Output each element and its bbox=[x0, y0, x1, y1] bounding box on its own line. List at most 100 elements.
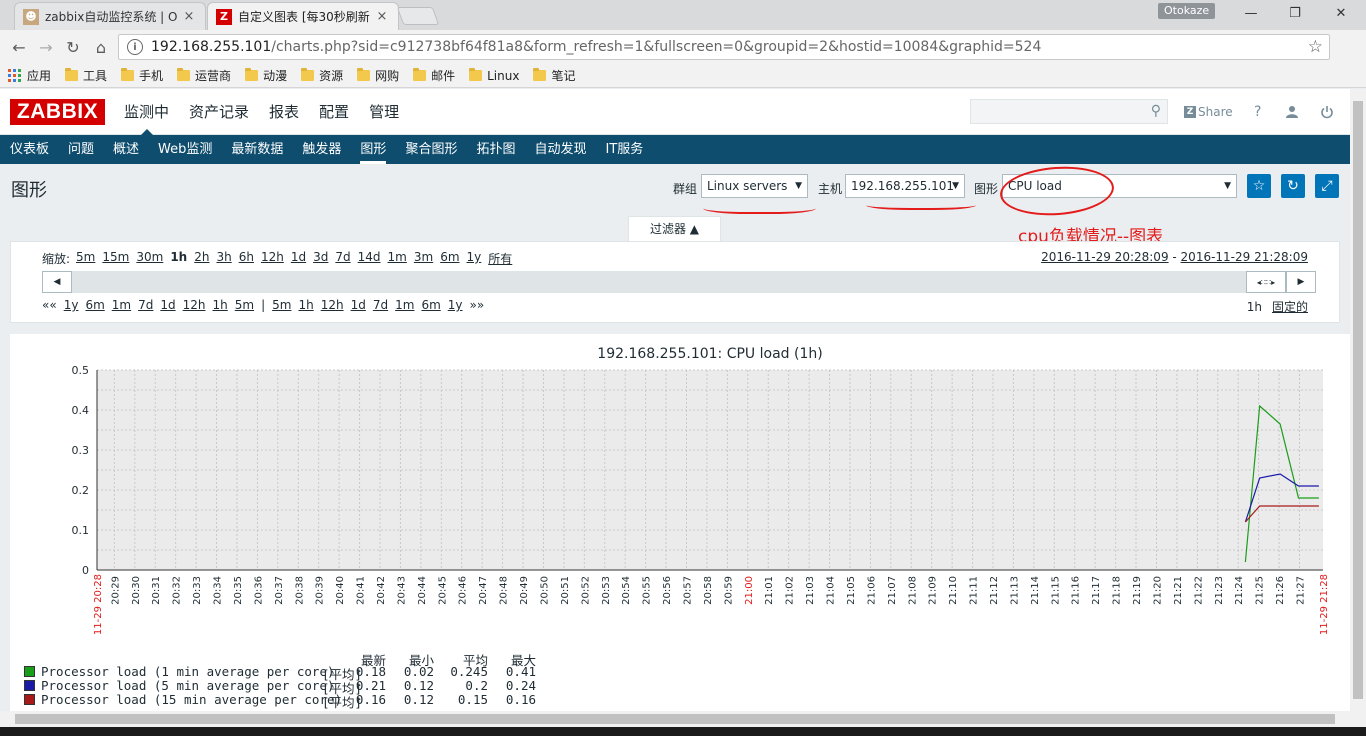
period-nav-4[interactable]: 7d bbox=[138, 298, 153, 312]
zoom-option-0[interactable]: 5m bbox=[76, 250, 95, 267]
period-nav-14[interactable]: 7d bbox=[373, 298, 388, 312]
zoom-option-3[interactable]: 1h bbox=[170, 250, 187, 267]
fullscreen-button[interactable]: ⤢ bbox=[1315, 174, 1339, 198]
nav-configuration[interactable]: 配置 bbox=[319, 89, 349, 135]
period-nav-15[interactable]: 1m bbox=[395, 298, 414, 312]
bookmark-folder[interactable]: 工具 bbox=[65, 67, 107, 84]
zoom-option-7[interactable]: 12h bbox=[261, 250, 284, 267]
zoom-option-8[interactable]: 1d bbox=[291, 250, 306, 267]
forward-arrow-icon[interactable]: → bbox=[35, 36, 57, 58]
subnav-triggers[interactable]: 触发器 bbox=[302, 135, 341, 164]
zoom-option-10[interactable]: 7d bbox=[335, 250, 350, 267]
restore-icon[interactable]: ❐ bbox=[1272, 0, 1318, 26]
bookmark-apps[interactable]: 应用 bbox=[8, 67, 51, 84]
period-nav-1[interactable]: 1y bbox=[64, 298, 79, 312]
zoom-option-11[interactable]: 14d bbox=[358, 250, 381, 267]
bookmark-folder[interactable]: 资源 bbox=[301, 67, 343, 84]
zoom-option-16[interactable]: 所有 bbox=[488, 250, 512, 267]
bookmark-folder[interactable]: 运营商 bbox=[177, 67, 231, 84]
nav-administration[interactable]: 管理 bbox=[369, 89, 399, 135]
subnav-it-services[interactable]: IT服务 bbox=[605, 135, 643, 164]
period-nav-3[interactable]: 1m bbox=[112, 298, 131, 312]
bookmark-star-icon[interactable]: ☆ bbox=[1308, 37, 1323, 57]
nav-inventory[interactable]: 资产记录 bbox=[189, 89, 249, 135]
host-select[interactable]: 192.168.255.101 ▼ bbox=[845, 174, 965, 198]
refresh-button[interactable]: ↻ bbox=[1281, 174, 1305, 198]
back-arrow-icon[interactable]: ← bbox=[8, 36, 30, 58]
share-link[interactable]: Z Share bbox=[1184, 101, 1233, 123]
bookmark-folder[interactable]: 笔记 bbox=[533, 67, 575, 84]
zoom-option-4[interactable]: 2h bbox=[194, 250, 209, 267]
period-nav-10[interactable]: 5m bbox=[272, 298, 291, 312]
fixed-toggle-link[interactable]: 固定的 bbox=[1272, 300, 1308, 314]
nav-monitoring[interactable]: 监测中 bbox=[124, 89, 169, 136]
zoom-option-1[interactable]: 15m bbox=[102, 250, 129, 267]
subnav-overview[interactable]: 概述 bbox=[113, 135, 139, 164]
period-nav-8[interactable]: 5m bbox=[235, 298, 254, 312]
scrollbar-thumb[interactable] bbox=[15, 714, 1335, 724]
search-icon[interactable]: ⚲ bbox=[1151, 103, 1161, 119]
subnav-graphs[interactable]: 图形 bbox=[360, 135, 387, 164]
period-to-link[interactable]: 2016-11-29 21:28:09 bbox=[1181, 250, 1308, 264]
global-search-input[interactable]: ⚲ bbox=[970, 99, 1168, 124]
subnav-dashboard[interactable]: 仪表板 bbox=[10, 135, 49, 164]
period-nav-16[interactable]: 6m bbox=[421, 298, 440, 312]
zoom-option-5[interactable]: 3h bbox=[216, 250, 231, 267]
period-nav-0[interactable]: «« bbox=[42, 298, 57, 312]
subnav-maps[interactable]: 拓扑图 bbox=[476, 135, 515, 164]
page-horizontal-scrollbar[interactable] bbox=[0, 711, 1366, 727]
bookmark-folder[interactable]: Linux bbox=[469, 68, 519, 83]
filter-toggle-tab[interactable]: 过滤器 ▲ bbox=[628, 216, 721, 242]
zabbix-logo[interactable]: ZABBIX bbox=[10, 99, 105, 125]
group-select[interactable]: Linux servers ▼ bbox=[701, 174, 808, 198]
logout-power-icon[interactable] bbox=[1320, 101, 1334, 123]
browser-tab-custom-graph[interactable]: Z 自定义图表 [每30秒刷新 × bbox=[207, 2, 399, 30]
bookmark-folder[interactable]: 网购 bbox=[357, 67, 399, 84]
address-bar[interactable]: i 192.168.255.101/charts.php?sid=c912738… bbox=[118, 34, 1330, 60]
minimize-icon[interactable]: — bbox=[1228, 0, 1274, 26]
home-icon[interactable]: ⌂ bbox=[90, 36, 112, 58]
period-nav-11[interactable]: 1h bbox=[298, 298, 313, 312]
scroll-handle[interactable]: ◂∷∷▸ bbox=[1246, 271, 1286, 293]
page-vertical-scrollbar[interactable] bbox=[1350, 89, 1366, 711]
period-nav-18[interactable]: »» bbox=[470, 298, 485, 312]
user-profile-icon[interactable] bbox=[1285, 101, 1299, 123]
period-nav-13[interactable]: 1d bbox=[351, 298, 366, 312]
period-nav-2[interactable]: 6m bbox=[85, 298, 104, 312]
subnav-screens[interactable]: 聚合图形 bbox=[405, 135, 457, 164]
subnav-latest-data[interactable]: 最新数据 bbox=[231, 135, 283, 164]
zoom-option-13[interactable]: 3m bbox=[414, 250, 433, 267]
subnav-problems[interactable]: 问题 bbox=[68, 135, 94, 164]
profile-badge[interactable]: Otokaze bbox=[1158, 3, 1216, 19]
period-nav-6[interactable]: 12h bbox=[183, 298, 206, 312]
zoom-option-6[interactable]: 6h bbox=[239, 250, 254, 267]
zoom-option-14[interactable]: 6m bbox=[440, 250, 459, 267]
reload-icon[interactable]: ↻ bbox=[62, 36, 84, 58]
window-close-icon[interactable]: ✕ bbox=[1318, 0, 1364, 26]
period-nav-12[interactable]: 12h bbox=[321, 298, 344, 312]
period-nav-5[interactable]: 1d bbox=[160, 298, 175, 312]
info-icon[interactable]: i bbox=[127, 39, 143, 55]
nav-reports[interactable]: 报表 bbox=[269, 89, 299, 135]
scroll-left-arrow-icon[interactable]: ◀ bbox=[42, 271, 72, 293]
subnav-web[interactable]: Web监测 bbox=[158, 135, 212, 164]
favorite-star-button[interactable]: ☆ bbox=[1247, 174, 1271, 198]
subnav-discovery[interactable]: 自动发现 bbox=[534, 135, 586, 164]
help-icon[interactable]: ? bbox=[1254, 101, 1261, 123]
timeline-scrollbar[interactable]: ◀ ◂∷∷▸ ▶ bbox=[42, 271, 1316, 293]
period-nav-17[interactable]: 1y bbox=[448, 298, 463, 312]
close-icon[interactable]: × bbox=[374, 9, 390, 24]
bookmark-folder[interactable]: 动漫 bbox=[245, 67, 287, 84]
zoom-option-9[interactable]: 3d bbox=[313, 250, 328, 267]
period-from-link[interactable]: 2016-11-29 20:28:09 bbox=[1041, 250, 1168, 264]
zoom-option-15[interactable]: 1y bbox=[467, 250, 482, 267]
close-icon[interactable]: × bbox=[181, 9, 197, 24]
zoom-option-12[interactable]: 1m bbox=[388, 250, 407, 267]
bookmark-folder[interactable]: 手机 bbox=[121, 67, 163, 84]
scroll-right-arrow-icon[interactable]: ▶ bbox=[1286, 271, 1316, 293]
zoom-option-2[interactable]: 30m bbox=[136, 250, 163, 267]
bookmark-folder[interactable]: 邮件 bbox=[413, 67, 455, 84]
scrollbar-thumb[interactable] bbox=[1353, 101, 1363, 699]
new-tab-button[interactable] bbox=[396, 7, 440, 25]
browser-tab-zabbix-monitor[interactable]: ☻ zabbix自动监控系统 | O × bbox=[14, 2, 206, 30]
